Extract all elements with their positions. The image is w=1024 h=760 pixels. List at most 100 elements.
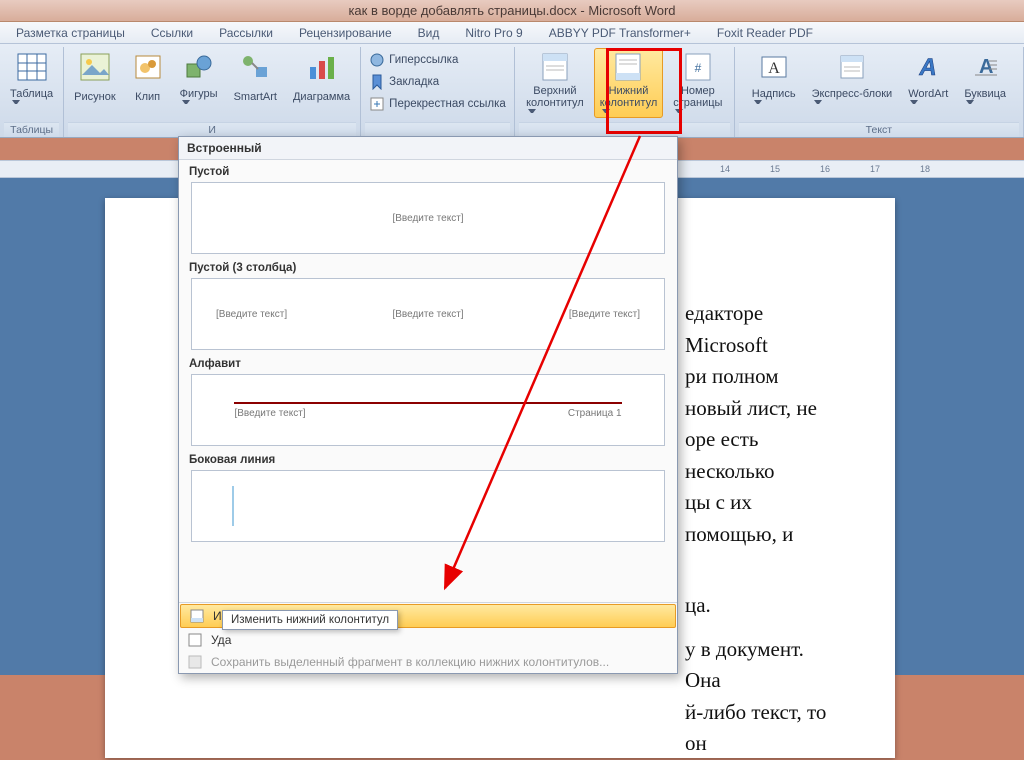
header-button[interactable]: Верхний колонтитул (520, 48, 590, 118)
save-to-gallery-label: Сохранить выделенный фрагмент в коллекци… (211, 655, 609, 669)
quickparts-label: Экспресс-блоки (812, 88, 893, 100)
svg-text:A: A (919, 54, 937, 81)
gallery-item-alphabet[interactable]: Алфавит [Введите текст]Страница 1 (189, 356, 667, 446)
remove-footer-menuitem[interactable]: Уда (179, 629, 677, 651)
shapes-icon (183, 51, 215, 83)
crossref-label: Перекрестная ссылка (389, 98, 506, 111)
page-icon (187, 632, 203, 648)
shapes-button[interactable]: Фигуры (174, 48, 224, 112)
dropcap-button[interactable]: A Буквица (958, 48, 1012, 112)
group-header-footer: Верхний колонтитул Нижний колонтитул # Н… (515, 47, 735, 137)
gallery-item-title: Алфавит (189, 356, 667, 374)
crossref-icon (369, 96, 385, 112)
gallery-item-title: Пустой (3 столбца) (189, 260, 667, 278)
wordart-icon: A (912, 51, 944, 83)
bookmark-label: Закладка (389, 76, 439, 89)
gallery-preview: [Введите текст] [Введите текст] [Введите… (191, 278, 665, 350)
chevron-down-icon (182, 100, 190, 106)
svg-text:#: # (695, 61, 702, 75)
tab-review[interactable]: Рецензирование (295, 23, 396, 43)
svg-text:A: A (768, 60, 780, 77)
wordart-button[interactable]: A WordArt (902, 48, 954, 112)
chevron-down-icon (675, 109, 683, 115)
textbox-button[interactable]: A Надпись (746, 48, 802, 112)
chevron-down-icon (814, 100, 822, 106)
footer-label: Нижний колонтитул (600, 85, 658, 109)
footer-icon (612, 51, 644, 83)
save-to-gallery-menuitem: Сохранить выделенный фрагмент в коллекци… (179, 651, 677, 673)
clip-button[interactable]: Клип (126, 48, 170, 112)
bookmark-button[interactable]: Закладка (365, 72, 443, 92)
quickparts-button[interactable]: Экспресс-блоки (806, 48, 899, 112)
footer-gallery-dropdown: Встроенный Пустой [Введите текст] Пустой… (178, 136, 678, 674)
smartart-button[interactable]: SmartArt (228, 48, 283, 112)
picture-icon (79, 51, 111, 83)
gallery-preview: [Введите текст]Страница 1 (191, 374, 665, 446)
window-title: как в ворде добавлять страницы.docx - Mi… (348, 3, 675, 18)
doc-text-1: едакторе Microsoft ри полном новый лист,… (685, 298, 835, 550)
smartart-icon (239, 51, 271, 83)
footer-button[interactable]: Нижний колонтитул (594, 48, 664, 118)
header-icon (539, 51, 571, 83)
tab-view[interactable]: Вид (414, 23, 444, 43)
chevron-down-icon (910, 100, 918, 106)
doc-text-3: у в документ. Она й-либо текст, то он (685, 634, 835, 760)
doc-text-2: ца. (685, 590, 835, 622)
gallery-item-sideline[interactable]: Боковая линия (189, 452, 667, 542)
ribbon: Таблица Таблицы Рисунок Клип Фигуры Smar… (0, 44, 1024, 138)
textbox-label: Надпись (752, 88, 796, 100)
bookmark-icon (369, 74, 385, 90)
tab-nitro[interactable]: Nitro Pro 9 (461, 23, 526, 43)
hyperlink-label: Гиперссылка (389, 54, 458, 67)
remove-footer-label: Уда (211, 633, 231, 647)
title-bar: как в ворде добавлять страницы.docx - Mi… (0, 0, 1024, 22)
dropcap-icon: A (969, 51, 1001, 83)
gallery-item-empty3[interactable]: Пустой (3 столбца) [Введите текст] [Введ… (189, 260, 667, 350)
tab-foxit[interactable]: Foxit Reader PDF (713, 23, 817, 43)
chevron-down-icon (528, 109, 536, 115)
gallery-preview: [Введите текст] (191, 182, 665, 254)
quickparts-icon (836, 51, 868, 83)
gallery-scroll[interactable]: Пустой [Введите текст] Пустой (3 столбца… (179, 160, 677, 602)
gallery-header: Встроенный (179, 137, 677, 160)
pagenumber-label: Номер страницы (673, 85, 722, 109)
tab-mailings[interactable]: Рассылки (215, 23, 277, 43)
textbox-icon: A (758, 51, 790, 83)
save-icon (187, 654, 203, 670)
tab-references[interactable]: Ссылки (147, 23, 197, 43)
chart-button[interactable]: Диаграмма (287, 48, 356, 112)
dropcap-label: Буквица (964, 88, 1006, 100)
table-icon (16, 51, 48, 83)
clip-label: Клип (135, 85, 160, 109)
picture-label: Рисунок (74, 85, 116, 109)
hyperlink-icon (369, 52, 385, 68)
table-button[interactable]: Таблица (4, 48, 59, 112)
tooltip: Изменить нижний колонтитул (222, 610, 398, 630)
hyperlink-button[interactable]: Гиперссылка (365, 50, 462, 70)
group-text-label: Текст (739, 122, 1019, 137)
gallery-item-title: Пустой (189, 164, 667, 182)
smartart-label: SmartArt (234, 85, 277, 109)
chevron-down-icon (602, 109, 610, 115)
group-illustrations: Рисунок Клип Фигуры SmartArt Диаграмма И (64, 47, 361, 137)
header-label: Верхний колонтитул (526, 85, 584, 109)
group-links: Гиперссылка Закладка Перекрестная ссылка (361, 47, 515, 137)
tab-page-layout[interactable]: Разметка страницы (12, 23, 129, 43)
crossref-button[interactable]: Перекрестная ссылка (365, 94, 510, 114)
group-tables-label: Таблицы (4, 122, 59, 137)
pagenumber-button[interactable]: # Номер страницы (667, 48, 728, 118)
ribbon-tabstrip: Разметка страницы Ссылки Рассылки Реценз… (0, 22, 1024, 44)
group-tables: Таблица Таблицы (0, 47, 64, 137)
chevron-down-icon (12, 100, 20, 106)
group-text: A Надпись Экспресс-блоки A WordArt A Бук… (735, 47, 1024, 137)
picture-button[interactable]: Рисунок (68, 48, 122, 112)
tab-abbyy[interactable]: ABBYY PDF Transformer+ (545, 23, 695, 43)
table-label: Таблица (10, 88, 53, 100)
group-illustrations-label: И (68, 122, 356, 137)
wordart-label: WordArt (908, 88, 948, 100)
gallery-item-empty[interactable]: Пустой [Введите текст] (189, 164, 667, 254)
chart-icon (306, 51, 338, 83)
gallery-preview (191, 470, 665, 542)
page-icon (189, 608, 205, 624)
chart-label: Диаграмма (293, 85, 350, 109)
